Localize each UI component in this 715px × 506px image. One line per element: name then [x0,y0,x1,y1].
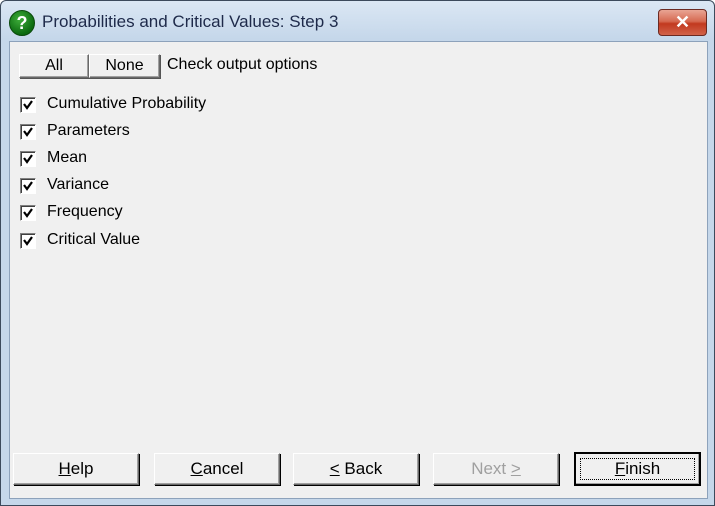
cancel-button[interactable]: Cancel [154,453,280,485]
option-label: Mean [47,149,88,166]
check-icon [23,100,33,110]
option-label: Critical Value [47,231,141,248]
check-icon [23,236,33,246]
select-none-button[interactable]: None [89,54,160,78]
select-all-button[interactable]: All [19,54,89,78]
option-label: Parameters [47,122,130,139]
checkbox[interactable] [20,233,36,249]
option-label: Cumulative Probability [47,95,207,112]
finish-button[interactable]: Finish [574,452,701,486]
question-icon: ? [9,10,35,36]
checkbox[interactable] [20,97,36,113]
close-icon: ✕ [674,12,691,32]
checkbox[interactable] [20,151,36,167]
window-title: Probabilities and Critical Values: Step … [42,12,339,31]
instruction-text: Check output options [167,56,318,73]
checkbox[interactable] [20,178,36,194]
back-button[interactable]: < Back [293,453,419,485]
close-button[interactable]: ✕ [658,9,707,36]
checkbox[interactable] [20,124,36,140]
focus-rect [580,458,695,480]
checkbox[interactable] [20,205,36,221]
option-label: Variance [47,176,109,193]
option-label: Frequency [47,203,123,220]
check-icon [23,181,33,191]
dialog-body: All None Check output options Cumulative… [9,41,708,499]
help-button[interactable]: Help [13,453,139,485]
next-button[interactable]: Next > [433,453,559,485]
check-icon [23,208,33,218]
check-icon [23,154,33,164]
check-icon [23,127,33,137]
dialog-window: ? Probabilities and Critical Values: Ste… [0,0,715,506]
title-bar[interactable]: ? Probabilities and Critical Values: Ste… [1,1,714,41]
